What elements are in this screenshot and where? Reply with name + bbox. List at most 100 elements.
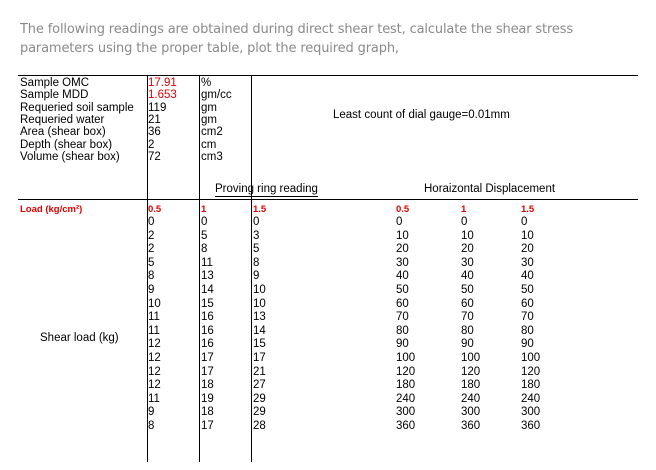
- table-cell: 18: [201, 379, 214, 391]
- table-cell: 240: [396, 393, 416, 405]
- table-cell: 60: [461, 298, 474, 310]
- table-cell: 17: [201, 352, 214, 364]
- table-cell: 15: [201, 298, 214, 310]
- table-cell: 80: [461, 325, 474, 337]
- param-value: 1.653: [148, 89, 177, 101]
- table-cell: 40: [521, 270, 534, 282]
- table-cell: 15: [253, 338, 266, 350]
- table-cell: 8: [148, 270, 155, 282]
- table-cell: 100: [461, 352, 481, 364]
- table-cell: 9: [253, 270, 260, 282]
- table-cell: 120: [521, 366, 541, 378]
- table-cell: 12: [148, 352, 161, 364]
- table-cell: 0: [396, 216, 403, 228]
- table-cell: 30: [396, 257, 409, 269]
- table-cell: 18: [201, 406, 214, 418]
- table-cell: 240: [521, 393, 541, 405]
- table-cell: 13: [253, 311, 266, 323]
- load-label: Load (kg/cm²): [20, 204, 83, 215]
- param-value: 36: [148, 126, 161, 138]
- table-cell: 5: [253, 243, 260, 255]
- table-cell: 0: [201, 216, 208, 228]
- table-cell: 8: [253, 257, 260, 269]
- table-cell: 100: [521, 352, 541, 364]
- table-cell: 60: [521, 298, 534, 310]
- shear-load-label: Shear load (kg): [40, 332, 119, 344]
- table-cell: 50: [396, 284, 409, 296]
- grid-line: [18, 75, 638, 76]
- table-cell: 3: [253, 230, 260, 242]
- table-cell: 16: [201, 338, 214, 350]
- table-cell: 10: [461, 230, 474, 242]
- table-cell: 100: [396, 352, 416, 364]
- table-cell: 0: [521, 216, 528, 228]
- table-cell: 30: [461, 257, 474, 269]
- least-count-note: Least count of dial gauge=0.01mm: [333, 109, 510, 121]
- table-cell: 12: [148, 366, 161, 378]
- grid-line: [199, 75, 200, 462]
- table-cell: 11: [148, 311, 160, 323]
- table-cell: 14: [253, 325, 266, 337]
- table-cell: 19: [201, 393, 214, 405]
- table-cell: 12: [148, 338, 161, 350]
- load-value: 0.5: [148, 204, 162, 215]
- table-cell: 360: [461, 420, 481, 432]
- table-cell: 50: [461, 284, 474, 296]
- table-cell: 5: [201, 230, 208, 242]
- table-cell: 40: [461, 270, 474, 282]
- table-cell: 5: [148, 257, 155, 269]
- table-cell: 60: [396, 298, 409, 310]
- table-cell: 2: [148, 243, 155, 255]
- table-cell: 11: [201, 257, 213, 269]
- table-cell: 0: [461, 216, 468, 228]
- grid-line: [147, 75, 148, 462]
- table-cell: 180: [521, 379, 541, 391]
- table-cell: 180: [461, 379, 481, 391]
- table-cell: 90: [461, 338, 474, 350]
- data-sheet: Least count of dial gauge=0.01mm Proving…: [0, 0, 656, 470]
- table-cell: 9: [148, 406, 155, 418]
- table-cell: 10: [396, 230, 409, 242]
- table-cell: 28: [253, 420, 266, 432]
- table-cell: 8: [148, 420, 155, 432]
- table-cell: 10: [521, 230, 534, 242]
- table-cell: 80: [521, 325, 534, 337]
- grid-line: [251, 75, 252, 462]
- table-cell: 120: [461, 366, 481, 378]
- table-cell: 300: [396, 406, 416, 418]
- load-value: 0.5: [396, 204, 410, 215]
- table-cell: 70: [461, 311, 474, 323]
- table-cell: 2: [148, 230, 155, 242]
- table-cell: 70: [396, 311, 409, 323]
- table-cell: 11: [148, 393, 160, 405]
- param-value: 72: [148, 151, 161, 163]
- table-cell: 50: [521, 284, 534, 296]
- table-cell: 16: [201, 325, 214, 337]
- table-cell: 20: [461, 243, 474, 255]
- table-cell: 10: [253, 298, 266, 310]
- table-cell: 20: [521, 243, 534, 255]
- horizontal-displacement-header: Horaizontal Displacement: [424, 183, 556, 195]
- table-cell: 17: [253, 352, 266, 364]
- table-cell: 360: [396, 420, 416, 432]
- table-cell: 300: [461, 406, 481, 418]
- param-unit: gm/cc: [201, 89, 232, 101]
- table-cell: 180: [396, 379, 416, 391]
- table-cell: 0: [148, 216, 155, 228]
- table-cell: 29: [253, 393, 266, 405]
- table-cell: 17: [201, 366, 214, 378]
- table-cell: 8: [201, 243, 208, 255]
- table-cell: 70: [521, 311, 534, 323]
- load-value: 1: [461, 204, 467, 215]
- table-cell: 240: [461, 393, 481, 405]
- table-cell: 16: [201, 311, 214, 323]
- table-cell: 30: [521, 257, 534, 269]
- param-label: Sample MDD: [20, 89, 89, 101]
- table-cell: 13: [201, 270, 214, 282]
- table-cell: 10: [253, 284, 266, 296]
- table-cell: 120: [396, 366, 416, 378]
- table-cell: 300: [521, 406, 541, 418]
- table-cell: 21: [253, 366, 266, 378]
- table-cell: 27: [253, 379, 266, 391]
- param-label: Volume (shear box): [20, 151, 120, 163]
